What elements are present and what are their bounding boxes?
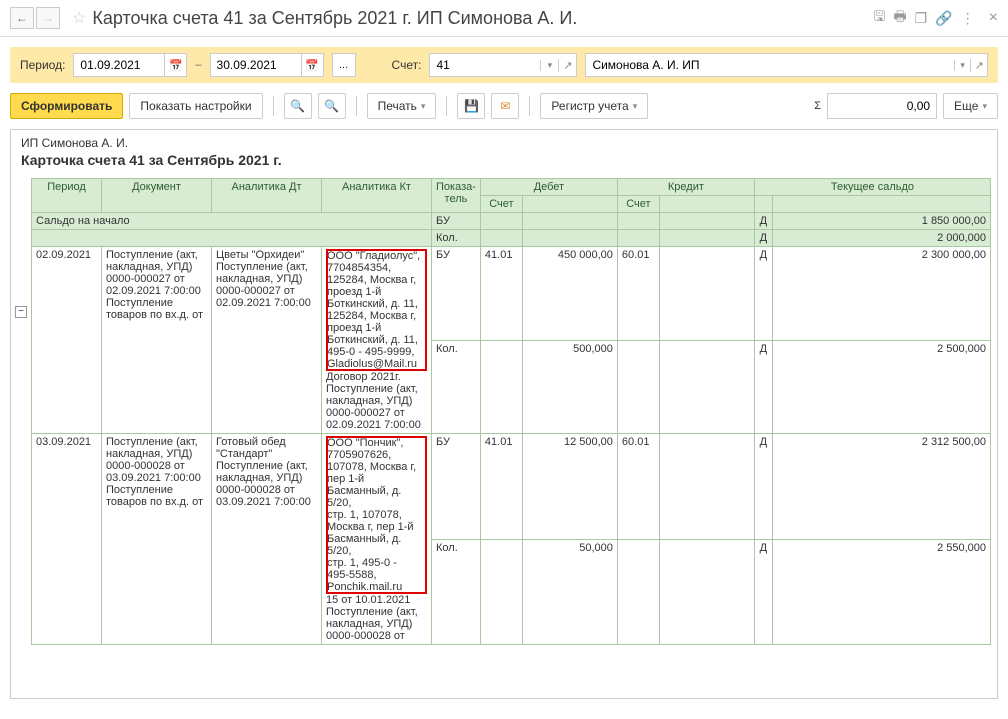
cell-s-v: 2 312 500,00: [772, 434, 990, 540]
params-bar: Период: 📅 – 📅 ... Счет: ▾ ↗ ▾ ↗: [10, 47, 998, 83]
cell-ind: Кол.: [432, 340, 481, 434]
col-period: Период: [32, 179, 102, 213]
more-button[interactable]: Еще▾: [943, 93, 998, 119]
report-grid: Период Документ Аналитика Дт Аналитика К…: [31, 178, 991, 645]
cell-doc: Поступление (акт, накладная, УПД) 0000-0…: [102, 434, 212, 645]
cell-ind: БУ: [432, 434, 481, 540]
date-from-field[interactable]: 📅: [73, 53, 187, 77]
cell-s-v: 2 500,000: [772, 340, 990, 434]
date-to-field[interactable]: 📅: [210, 53, 324, 77]
cell-k-acct: 60.01: [617, 247, 659, 341]
calendar-icon[interactable]: 📅: [164, 54, 186, 76]
cell-s-d: Д: [754, 247, 772, 341]
org-input[interactable]: [586, 58, 953, 72]
register-button[interactable]: Регистр учета▾: [540, 93, 648, 119]
calendar-icon[interactable]: 📅: [301, 54, 323, 76]
cell-an-dt: Цветы "Орхидеи" Поступление (акт, наклад…: [212, 247, 322, 434]
cell-k-acct: 60.01: [617, 434, 659, 540]
find-reset-button[interactable]: 🔍: [318, 93, 346, 119]
cell-ind: Кол.: [432, 539, 481, 645]
cell-an-kt: ООО "Пончик", 7705907626, 107078, Москва…: [322, 434, 432, 645]
form-button[interactable]: Сформировать: [10, 93, 123, 119]
period-label: Период:: [20, 58, 65, 72]
cell-an-dt: Готовый обед "Стандарт" Поступление (акт…: [212, 434, 322, 645]
cell-s-v: 2 550,000: [772, 539, 990, 645]
col-doc: Документ: [102, 179, 212, 213]
col-an-dt: Аналитика Дт: [212, 179, 322, 213]
open-icon[interactable]: ↗: [558, 59, 576, 72]
org-field[interactable]: ▾ ↗: [585, 53, 988, 77]
cell-doc: Поступление (акт, накладная, УПД) 0000-0…: [102, 247, 212, 434]
email-button[interactable]: ✉: [491, 93, 519, 119]
cell-date: 02.09.2021: [32, 247, 102, 434]
period-picker-button[interactable]: ...: [332, 53, 356, 77]
cell-d-acct: 41.01: [480, 247, 522, 341]
col-d-acct: Счет: [480, 196, 522, 213]
sum-label: Σ: [814, 100, 821, 112]
window-title: Карточка счета 41 за Сентябрь 2021 г. ИП…: [92, 8, 873, 29]
dropdown-icon[interactable]: ▾: [954, 60, 971, 71]
data-row: 03.09.2021Поступление (акт, накладная, У…: [32, 434, 991, 540]
dash: –: [195, 59, 201, 71]
link-icon[interactable]: 🔗: [935, 10, 952, 27]
dropdown-icon[interactable]: ▾: [540, 60, 558, 71]
cell-d-acct: 41.01: [480, 434, 522, 540]
report-org: ИП Симонова А. И.: [21, 136, 987, 150]
print-button[interactable]: Печать▾: [367, 93, 437, 119]
favorite-icon[interactable]: ☆: [72, 8, 86, 28]
saldo-start-row: Сальдо на начало БУ Д 1 850 000,00: [32, 213, 991, 230]
report-area[interactable]: ИП Симонова А. И. Карточка счета 41 за С…: [10, 129, 998, 699]
cell-ind: БУ: [432, 247, 481, 341]
cell-d-val: 50,000: [522, 539, 617, 645]
cell-s-d: Д: [754, 539, 772, 645]
print-icon[interactable]: 🖶: [893, 6, 906, 30]
cell-d-val: 450 000,00: [522, 247, 617, 341]
col-k-acct: Счет: [617, 196, 659, 213]
open-icon[interactable]: ↗: [970, 59, 987, 72]
cell-s-d: Д: [754, 434, 772, 540]
save-button[interactable]: 💾: [457, 93, 485, 119]
collapse-toggle[interactable]: −: [15, 306, 27, 318]
settings-button[interactable]: Показать настройки: [129, 93, 262, 119]
titlebar: ← → ☆ Карточка счета 41 за Сентябрь 2021…: [0, 0, 1008, 37]
saldo-start-row: Кол. Д 2 000,000: [32, 230, 991, 247]
account-field[interactable]: ▾ ↗: [429, 53, 577, 77]
cell-s-d: Д: [754, 340, 772, 434]
col-credit: Кредит: [617, 179, 754, 196]
col-an-kt: Аналитика Кт: [322, 179, 432, 213]
cell-d-val: 500,000: [522, 340, 617, 434]
cell-date: 03.09.2021: [32, 434, 102, 645]
account-label: Счет:: [392, 58, 422, 72]
menu-icon[interactable]: ⋮: [961, 10, 975, 27]
col-ind: Показа- тель: [432, 179, 481, 213]
report-title: Карточка счета 41 за Сентябрь 2021 г.: [21, 152, 987, 168]
account-input[interactable]: [430, 58, 540, 72]
col-debet: Дебет: [480, 179, 617, 196]
cell-an-kt: ООО "Гладиолус", 7704854354, 125284, Мос…: [322, 247, 432, 434]
save-report-icon[interactable]: 🖫: [874, 6, 886, 30]
cell-s-v: 2 300 000,00: [772, 247, 990, 341]
find-button[interactable]: 🔍: [284, 93, 312, 119]
data-row: 02.09.2021Поступление (акт, накладная, У…: [32, 247, 991, 341]
date-from-input[interactable]: [74, 58, 164, 72]
forward-button: →: [36, 7, 60, 29]
col-saldo: Текущее сальдо: [754, 179, 990, 196]
toolbar: Сформировать Показать настройки 🔍 🔍 Печа…: [0, 93, 1008, 129]
back-button[interactable]: ←: [10, 7, 34, 29]
copy-icon[interactable]: ❐: [915, 10, 928, 27]
sum-input[interactable]: [827, 93, 937, 119]
cell-d-val: 12 500,00: [522, 434, 617, 540]
date-to-input[interactable]: [211, 58, 301, 72]
close-button[interactable]: ×: [983, 9, 998, 27]
